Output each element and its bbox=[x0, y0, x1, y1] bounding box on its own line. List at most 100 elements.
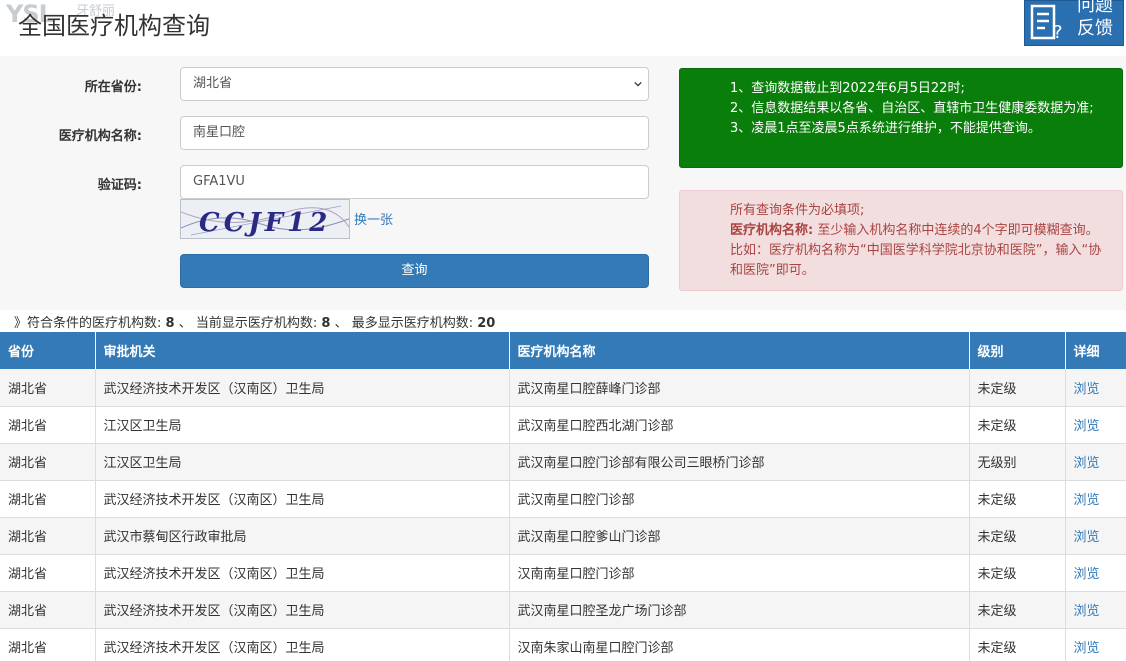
results-table: 省份 审批机关 医疗机构名称 级别 详细 湖北省 武汉经济技术开发区（汉南区）卫… bbox=[0, 332, 1126, 661]
table-row: 湖北省 江汉区卫生局 武汉南星口腔西北湖门诊部 未定级 浏览 bbox=[0, 406, 1126, 444]
feedback-label-line2: 反馈 bbox=[1077, 18, 1113, 39]
view-link[interactable]: 浏览 bbox=[1074, 419, 1100, 434]
notice-line-3: 3、凌晨1点至凌晨5点系统进行维护，不能提供查询。 bbox=[730, 121, 1041, 136]
page-header: YSL 牙舒丽 全国医疗机构查询 ? 问题 反馈 bbox=[0, 0, 1126, 56]
cell-authority: 武汉经济技术开发区（汉南区）卫生局 bbox=[95, 628, 510, 661]
cell-detail: 浏览 bbox=[1065, 443, 1126, 481]
warning-line-2: 医疗机构名称: 至少输入机构名称中连续的4个字即可模糊查询。比如：医疗机构名称为… bbox=[730, 221, 1108, 281]
warning-line-1: 所有查询条件为必填项; bbox=[730, 203, 865, 218]
page-title: 全国医疗机构查询 bbox=[18, 12, 210, 40]
view-link[interactable]: 浏览 bbox=[1074, 641, 1100, 656]
cell-authority: 武汉经济技术开发区（汉南区）卫生局 bbox=[95, 554, 510, 592]
cell-org-name: 武汉南星口腔西北湖门诊部 bbox=[509, 406, 970, 444]
cell-authority: 江汉区卫生局 bbox=[95, 406, 510, 444]
notice-info-box: 1、查询数据截止到2022年6月5日22时; 2、信息数据结果以各省、自治区、直… bbox=[679, 68, 1123, 168]
table-row: 湖北省 武汉经济技术开发区（汉南区）卫生局 汉南南星口腔门诊部 未定级 浏览 bbox=[0, 554, 1126, 592]
view-link[interactable]: 浏览 bbox=[1074, 456, 1100, 471]
summary-shown-count: 8 bbox=[321, 316, 331, 331]
table-row: 湖北省 武汉经济技术开发区（汉南区）卫生局 汉南朱家山南星口腔门诊部 未定级 浏… bbox=[0, 628, 1126, 661]
org-name-label: 医疗机构名称: bbox=[58, 129, 142, 144]
cell-org-name: 武汉南星口腔爹山门诊部 bbox=[509, 517, 970, 555]
cell-detail: 浏览 bbox=[1065, 591, 1126, 629]
view-link[interactable]: 浏览 bbox=[1074, 530, 1100, 545]
captcha-graphic: CCJF12 bbox=[181, 200, 349, 238]
cell-detail: 浏览 bbox=[1065, 554, 1126, 592]
cell-detail: 浏览 bbox=[1065, 369, 1126, 407]
cell-detail: 浏览 bbox=[1065, 406, 1126, 444]
cell-org-name: 武汉南星口腔门诊部 bbox=[509, 480, 970, 518]
header-detail: 详细 bbox=[1065, 332, 1126, 369]
cell-level: 未定级 bbox=[969, 480, 1066, 518]
table-row: 湖北省 武汉市蔡甸区行政审批局 武汉南星口腔爹山门诊部 未定级 浏览 bbox=[0, 517, 1126, 555]
cell-level: 未定级 bbox=[969, 628, 1066, 661]
captcha-image[interactable]: CCJF12 bbox=[180, 199, 350, 239]
cell-province: 湖北省 bbox=[0, 517, 96, 555]
cell-province: 湖北省 bbox=[0, 480, 96, 518]
org-name-input[interactable]: 南星口腔 bbox=[180, 116, 649, 150]
cell-org-name: 汉南朱家山南星口腔门诊部 bbox=[509, 628, 970, 661]
cell-authority: 武汉经济技术开发区（汉南区）卫生局 bbox=[95, 480, 510, 518]
summary-prefix: 》符合条件的医疗机构数: bbox=[14, 316, 162, 331]
view-link[interactable]: 浏览 bbox=[1074, 604, 1100, 619]
chevron-down-icon bbox=[634, 81, 642, 87]
captcha-label: 验证码: bbox=[97, 178, 142, 193]
cell-authority: 江汉区卫生局 bbox=[95, 443, 510, 481]
header-level: 级别 bbox=[969, 332, 1066, 369]
cell-level: 未定级 bbox=[969, 406, 1066, 444]
summary-sep-2: 、 最多显示医疗机构数: bbox=[334, 316, 474, 331]
summary-matched-count: 8 bbox=[165, 316, 175, 331]
cell-level: 无级别 bbox=[969, 443, 1066, 481]
table-row: 湖北省 武汉经济技术开发区（汉南区）卫生局 武汉南星口腔门诊部 未定级 浏览 bbox=[0, 480, 1126, 518]
summary-max-count: 20 bbox=[477, 316, 496, 331]
cell-level: 未定级 bbox=[969, 554, 1066, 592]
feedback-icon: ? bbox=[1030, 4, 1063, 43]
feedback-button[interactable]: ? 问题 反馈 bbox=[1024, 0, 1124, 46]
summary-sep-1: 、 当前显示医疗机构数: bbox=[178, 316, 318, 331]
cell-detail: 浏览 bbox=[1065, 480, 1126, 518]
result-summary: 》符合条件的医疗机构数: 8 、 当前显示医疗机构数: 8 、 最多显示医疗机构… bbox=[14, 312, 495, 331]
province-select-value: 湖北省 bbox=[193, 76, 233, 91]
table-row: 湖北省 江汉区卫生局 武汉南星口腔门诊部有限公司三眼桥门诊部 无级别 浏览 bbox=[0, 443, 1126, 481]
cell-detail: 浏览 bbox=[1065, 517, 1126, 555]
cell-province: 湖北省 bbox=[0, 591, 96, 629]
warning-bold-label: 医疗机构名称: bbox=[730, 223, 814, 238]
cell-level: 未定级 bbox=[969, 517, 1066, 555]
table-header-row: 省份 审批机关 医疗机构名称 级别 详细 bbox=[0, 332, 1126, 369]
svg-text:?: ? bbox=[1053, 22, 1063, 43]
notice-line-2: 2、信息数据结果以各省、自治区、直辖市卫生健康委数据为准; bbox=[730, 101, 1094, 116]
feedback-label-line1: 问题 bbox=[1077, 0, 1113, 16]
cell-org-name: 武汉南星口腔门诊部有限公司三眼桥门诊部 bbox=[509, 443, 970, 481]
cell-province: 湖北省 bbox=[0, 369, 96, 407]
cell-org-name: 汉南南星口腔门诊部 bbox=[509, 554, 970, 592]
cell-province: 湖北省 bbox=[0, 443, 96, 481]
province-label: 所在省份: bbox=[84, 80, 142, 95]
view-link[interactable]: 浏览 bbox=[1074, 493, 1100, 508]
cell-org-name: 武汉南星口腔圣龙广场门诊部 bbox=[509, 591, 970, 629]
captcha-input-value: GFA1VU bbox=[193, 174, 245, 189]
captcha-input[interactable]: GFA1VU bbox=[180, 165, 649, 199]
view-link[interactable]: 浏览 bbox=[1074, 567, 1100, 582]
search-form-area: 所在省份: 湖北省 医疗机构名称: 南星口腔 验证码: GFA1VU CCJF1… bbox=[0, 56, 1126, 310]
cell-level: 未定级 bbox=[969, 369, 1066, 407]
province-select[interactable]: 湖北省 bbox=[180, 67, 649, 101]
notice-warning-box: 所有查询条件为必填项; 医疗机构名称: 至少输入机构名称中连续的4个字即可模糊查… bbox=[679, 190, 1123, 291]
cell-authority: 武汉经济技术开发区（汉南区）卫生局 bbox=[95, 369, 510, 407]
header-province: 省份 bbox=[0, 332, 96, 369]
table-row: 湖北省 武汉经济技术开发区（汉南区）卫生局 武汉南星口腔薛峰门诊部 未定级 浏览 bbox=[0, 369, 1126, 407]
cell-authority: 武汉市蔡甸区行政审批局 bbox=[95, 517, 510, 555]
cell-org-name: 武汉南星口腔薛峰门诊部 bbox=[509, 369, 970, 407]
change-captcha-link[interactable]: 换一张 bbox=[354, 209, 393, 228]
table-row: 湖北省 武汉经济技术开发区（汉南区）卫生局 武汉南星口腔圣龙广场门诊部 未定级 … bbox=[0, 591, 1126, 629]
captcha-text: CCJF12 bbox=[199, 208, 331, 238]
notice-line-1: 1、查询数据截止到2022年6月5日22时; bbox=[730, 81, 965, 96]
org-name-input-value: 南星口腔 bbox=[193, 125, 246, 140]
view-link[interactable]: 浏览 bbox=[1074, 382, 1100, 397]
header-approval-authority: 审批机关 bbox=[95, 332, 510, 369]
query-button[interactable]: 查询 bbox=[180, 254, 649, 288]
cell-authority: 武汉经济技术开发区（汉南区）卫生局 bbox=[95, 591, 510, 629]
cell-province: 湖北省 bbox=[0, 406, 96, 444]
cell-province: 湖北省 bbox=[0, 628, 96, 661]
cell-level: 未定级 bbox=[969, 591, 1066, 629]
cell-detail: 浏览 bbox=[1065, 628, 1126, 661]
header-org-name: 医疗机构名称 bbox=[509, 332, 970, 369]
